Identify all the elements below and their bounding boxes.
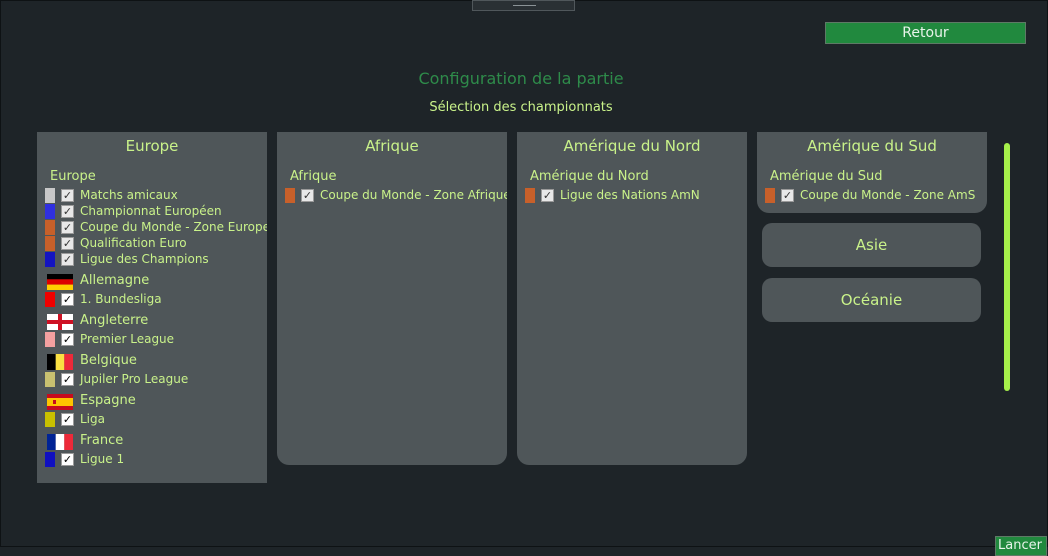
league-row: ✓ Liga (37, 412, 267, 428)
competition-row: ✓ Coupe du Monde - Zone Europe (37, 220, 267, 236)
color-swatch (285, 188, 295, 203)
competition-checkbox[interactable]: ✓ (541, 189, 554, 202)
color-swatch (45, 204, 55, 219)
league-checkbox[interactable]: ✓ (61, 333, 74, 346)
league-label: Jupiler Pro League (80, 372, 189, 386)
launch-button[interactable]: Lancer (995, 536, 1047, 556)
competition-row: ✓ Ligue des Nations AmN (517, 188, 747, 204)
region-label: Amérique du Sud (770, 169, 883, 184)
country-label: Allemagne (80, 273, 150, 288)
country-label: Espagne (80, 393, 136, 408)
league-row: ✓ Jupiler Pro League (37, 372, 267, 388)
page-subtitle: Sélection des championnats (429, 100, 613, 115)
panel-title: Europe (125, 137, 179, 155)
page-title: Configuration de la partie (418, 69, 624, 88)
league-row: ✓ 1. Bundesliga (37, 292, 267, 308)
region-label: Amérique du Nord (530, 169, 649, 184)
asie-button[interactable]: Asie (762, 223, 981, 267)
league-checkbox[interactable]: ✓ (61, 413, 74, 426)
country-header: France (37, 431, 267, 452)
color-swatch (45, 252, 55, 267)
competition-label: Coupe du Monde - Zone Europe (80, 220, 267, 234)
competition-row: ✓ Championnat Européen (37, 204, 267, 220)
country-header: Angleterre (37, 311, 267, 332)
league-row: ✓ Ligue 1 (37, 452, 267, 468)
league-label: Ligue 1 (80, 452, 125, 466)
belgium-flag-icon (47, 354, 73, 370)
competition-checkbox[interactable]: ✓ (61, 253, 74, 266)
color-swatch (45, 188, 55, 203)
league-checkbox[interactable]: ✓ (61, 453, 74, 466)
league-checkbox[interactable]: ✓ (61, 293, 74, 306)
competition-row: ✓ Coupe du Monde - Zone AmS (757, 188, 987, 204)
league-label: Liga (80, 412, 105, 426)
color-swatch (45, 412, 55, 427)
league-label: 1. Bundesliga (80, 292, 162, 306)
back-button[interactable]: Retour (825, 22, 1026, 44)
competition-label: Coupe du Monde - Zone AmS (800, 188, 976, 202)
region-label: Europe (50, 169, 96, 184)
color-swatch (45, 220, 55, 235)
vertical-scrollbar[interactable] (1004, 143, 1010, 391)
country-label: Belgique (80, 353, 137, 368)
competition-row: ✓ Ligue des Champions (37, 252, 267, 268)
france-flag-icon (47, 434, 73, 450)
amerique-nord-panel: Amérique du Nord Amérique du Nord ✓ Ligu… (517, 132, 747, 465)
color-swatch (525, 188, 535, 203)
league-row: ✓ Premier League (37, 332, 267, 348)
germany-flag-icon (47, 274, 73, 290)
color-swatch (45, 452, 55, 467)
competition-checkbox[interactable]: ✓ (301, 189, 314, 202)
competition-row: ✓ Coupe du Monde - Zone Afrique (277, 188, 507, 204)
competition-checkbox[interactable]: ✓ (781, 189, 794, 202)
amerique-sud-panel: Amérique du Sud Amérique du Sud ✓ Coupe … (757, 132, 987, 213)
panel-title: Amérique du Nord (563, 137, 701, 155)
competition-checkbox[interactable]: ✓ (61, 237, 74, 250)
competition-checkbox[interactable]: ✓ (61, 221, 74, 234)
oceanie-button[interactable]: Océanie (762, 278, 981, 322)
color-swatch (765, 188, 775, 203)
competition-label: Matchs amicaux (80, 188, 178, 202)
region-label: Afrique (290, 169, 337, 184)
panel-title: Afrique (365, 137, 419, 155)
competition-row: ✓ Qualification Euro (37, 236, 267, 252)
competition-row: ✓ Matchs amicaux (37, 188, 267, 204)
panel-title: Amérique du Sud (807, 137, 937, 155)
competition-label: Ligue des Champions (80, 252, 209, 266)
country-label: Angleterre (80, 313, 149, 328)
competition-checkbox[interactable]: ✓ (61, 189, 74, 202)
competition-label: Coupe du Monde - Zone Afrique (320, 188, 507, 202)
color-swatch (45, 372, 55, 387)
competition-label: Qualification Euro (80, 236, 187, 250)
competition-label: Championnat Européen (80, 204, 222, 218)
europe-panel: Europe Europe ✓ Matchs amicaux ✓ Champio… (37, 132, 267, 483)
color-swatch (45, 292, 55, 307)
country-header: Allemagne (37, 271, 267, 292)
league-label: Premier League (80, 332, 175, 346)
competition-checkbox[interactable]: ✓ (61, 205, 74, 218)
window-drag-handle[interactable] (472, 0, 575, 11)
league-checkbox[interactable]: ✓ (61, 373, 74, 386)
afrique-panel: Afrique Afrique ✓ Coupe du Monde - Zone … (277, 132, 507, 465)
country-header: Espagne (37, 391, 267, 412)
england-flag-icon (47, 314, 73, 330)
country-header: Belgique (37, 351, 267, 372)
color-swatch (45, 236, 55, 251)
country-label: France (80, 433, 124, 448)
spain-flag-icon (47, 394, 73, 410)
competition-label: Ligue des Nations AmN (560, 188, 700, 202)
color-swatch (45, 332, 55, 347)
